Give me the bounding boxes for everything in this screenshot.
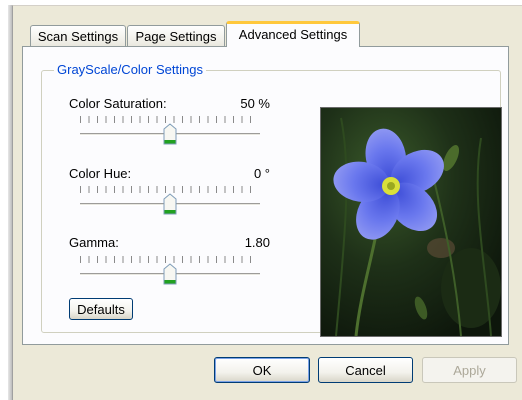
color-hue-label: Color Hue:	[69, 166, 132, 181]
tab-advanced-settings[interactable]: Advanced Settings	[226, 21, 360, 47]
ok-button-label: OK	[252, 363, 272, 378]
hue-ticks	[80, 186, 258, 193]
defaults-button-label: Defaults	[77, 302, 125, 317]
apply-button[interactable]: Apply	[422, 357, 517, 383]
tab-label: Scan Settings	[37, 29, 119, 44]
cancel-button[interactable]: Cancel	[318, 357, 413, 383]
hue-slider-thumb[interactable]	[163, 193, 177, 215]
saturation-slider-thumb[interactable]	[163, 123, 177, 145]
cancel-button-label: Cancel	[345, 363, 386, 378]
saturation-ticks	[80, 116, 258, 123]
defaults-button[interactable]: Defaults	[69, 298, 133, 320]
tab-label: Advanced Settings	[238, 27, 348, 42]
tab-label: Page Settings	[135, 29, 217, 44]
tab-page-settings[interactable]: Page Settings	[127, 25, 225, 47]
tab-scan-settings[interactable]: Scan Settings	[30, 25, 126, 47]
flower-icon	[321, 108, 501, 336]
color-hue-value: 0 °	[253, 166, 270, 181]
color-saturation-value: 50 %	[240, 96, 270, 111]
gamma-label: Gamma:	[69, 235, 119, 250]
apply-button-label: Apply	[453, 363, 486, 378]
gamma-slider-thumb[interactable]	[163, 263, 177, 285]
grayscale-color-group: GrayScale/Color Settings Color Saturatio…	[41, 62, 502, 337]
gamma-value: 1.80	[244, 235, 270, 250]
advanced-settings-panel: GrayScale/Color Settings Color Saturatio…	[22, 46, 509, 345]
ok-button[interactable]: OK	[214, 357, 310, 383]
color-saturation-label: Color Saturation:	[69, 96, 167, 111]
group-title: GrayScale/Color Settings	[54, 62, 206, 77]
flower-preview-image	[320, 107, 502, 337]
gamma-ticks	[80, 256, 258, 263]
